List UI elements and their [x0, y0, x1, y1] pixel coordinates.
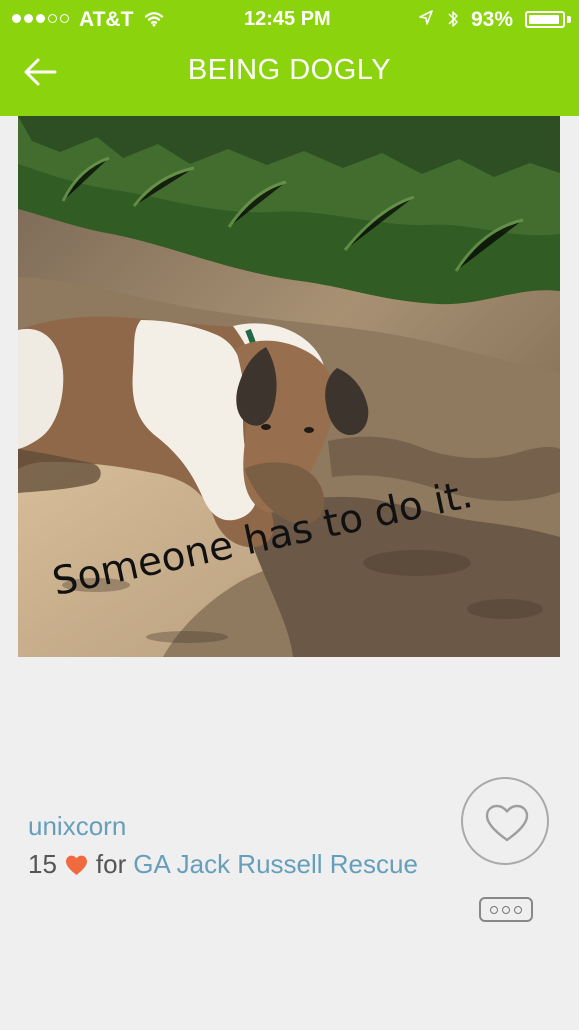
battery-level-fill — [529, 15, 559, 24]
for-label: for — [95, 849, 127, 879]
organization-link[interactable]: GA Jack Russell Rescue — [133, 849, 418, 880]
app-screen: AT&T 12:45 PM 93% BEING DOGLY Someone ha… — [0, 0, 579, 1030]
more-options-button[interactable] — [479, 897, 533, 922]
carrier-label: AT&T — [79, 8, 134, 31]
signal-dot — [12, 14, 21, 23]
signal-dot — [24, 14, 33, 23]
more-dots-icon — [502, 905, 510, 914]
heart-icon — [65, 855, 87, 875]
page-title: BEING DOGLY — [187, 54, 392, 86]
like-count: 15 — [28, 849, 57, 879]
battery-icon — [525, 11, 565, 28]
time-label: 12:45 PM — [244, 8, 331, 30]
donation-summary: 15 for GA Jack Russell Rescue — [28, 849, 418, 880]
signal-dots-icon — [12, 14, 69, 23]
signal-dot — [60, 14, 69, 23]
username-link[interactable]: unixcorn — [28, 811, 126, 842]
top-navigation-bar: AT&T 12:45 PM 93% BEING DOGLY — [0, 0, 579, 116]
wifi-icon — [144, 12, 164, 27]
heart-outline-icon — [485, 804, 529, 842]
battery-cap — [567, 16, 571, 23]
bluetooth-icon — [448, 11, 458, 27]
signal-dot — [48, 14, 57, 23]
like-button[interactable] — [461, 777, 549, 865]
location-arrow-icon — [419, 10, 433, 25]
more-dots-icon — [514, 905, 522, 914]
signal-dot — [36, 14, 45, 23]
more-dots-icon — [490, 905, 498, 914]
status-bar: AT&T 12:45 PM 93% — [0, 0, 579, 40]
battery-percentage: 93% — [471, 8, 514, 31]
